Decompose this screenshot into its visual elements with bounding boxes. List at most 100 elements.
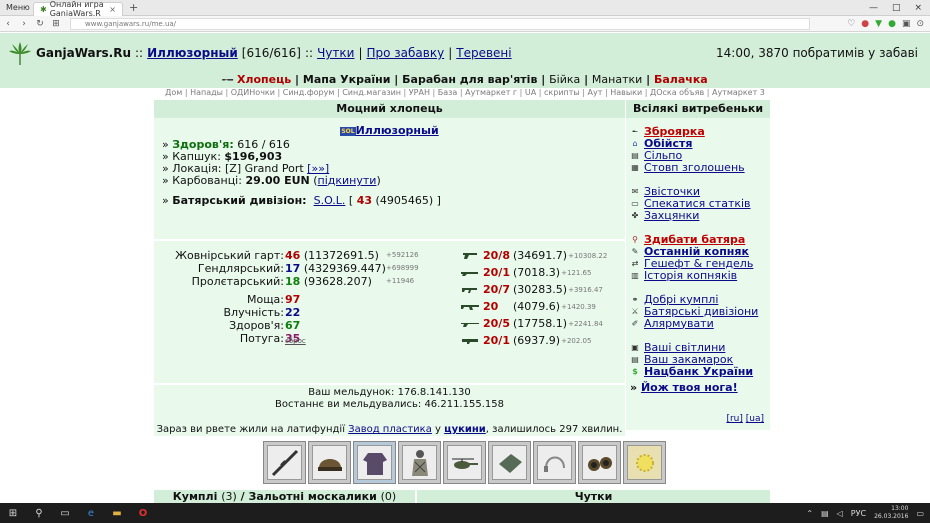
action-item[interactable]: ▤ Ваш закамарок	[630, 353, 770, 366]
submenu-item[interactable]: ДОска объяв	[650, 88, 704, 97]
syndicate-badge[interactable]: SOL	[340, 126, 356, 136]
link-tereveni[interactable]: Теревені	[456, 46, 511, 60]
lang-ru-link[interactable]: [ru]	[726, 414, 742, 424]
action-item[interactable]: ✤ Захцянки	[630, 209, 770, 222]
windows-start-icon[interactable]: ⊞	[0, 508, 26, 519]
edge-browser-icon[interactable]: e	[78, 508, 104, 519]
skill-delta: +592126	[386, 251, 419, 259]
menu-item-baraban[interactable]: Барабан для вар'ятів	[402, 73, 537, 86]
equipment-slot[interactable]	[578, 441, 621, 484]
work-factory-link[interactable]: Завод пластика	[348, 424, 432, 435]
menu-item-mapa[interactable]: Мапа України	[303, 73, 391, 86]
clock[interactable]: 13:00 26.03.2016	[874, 505, 908, 521]
equipment-slot[interactable]	[353, 441, 396, 484]
action-item[interactable]: $ Нацбанк України	[630, 365, 770, 378]
search-icon[interactable]: ⚲	[26, 508, 52, 519]
minimize-button[interactable]: —	[869, 3, 878, 13]
submenu-item[interactable]: скрипты	[544, 88, 580, 97]
hoj-link[interactable]: Йож твоя нога!	[641, 381, 738, 394]
action-item[interactable]: ⌂ Обійстя	[630, 137, 770, 150]
action-item[interactable]: ▥ Історія копняків	[630, 269, 770, 282]
heart-icon[interactable]: ♡	[847, 19, 855, 29]
tray-arrow-icon[interactable]: ⌃	[806, 509, 813, 518]
link-chutky[interactable]: Чутки	[317, 46, 354, 60]
opera-icon[interactable]: O	[130, 508, 156, 519]
division-link[interactable]: S.O.L.	[314, 194, 346, 207]
back-icon[interactable]: ‹	[0, 19, 16, 29]
submenu-item[interactable]: ОДИНочки	[231, 88, 275, 97]
karb-send-link[interactable]: підкинути	[318, 174, 377, 187]
action-item[interactable]: ▦ Стовп зголошень	[630, 161, 770, 174]
action-item[interactable]: ╾ Зброярка	[630, 125, 770, 138]
action-item[interactable]: ⇄ Гешефт & гендель	[630, 257, 770, 270]
equipment-slot[interactable]	[398, 441, 441, 484]
close-tab-icon[interactable]: ×	[109, 5, 116, 14]
submenu-item[interactable]: Напады	[190, 88, 223, 97]
user-name-link[interactable]: Иллюзорный	[147, 46, 238, 60]
equipment-slot[interactable]	[533, 441, 576, 484]
submenu-item[interactable]: Навыки	[610, 88, 642, 97]
equipment-slot[interactable]	[443, 441, 486, 484]
url-field[interactable]: www.ganjawars.ru/me.ua/	[70, 17, 810, 30]
site-brand[interactable]: GanjaWars.Ru	[36, 46, 131, 60]
maximize-button[interactable]: □	[892, 3, 901, 13]
extension-icon[interactable]: ●	[888, 19, 896, 29]
grid-icon[interactable]: ⊞	[48, 19, 64, 29]
equipment-slot[interactable]	[623, 441, 666, 484]
friends-link[interactable]: Кумплі	[173, 490, 218, 503]
action-link[interactable]: Нацбанк України	[644, 365, 753, 378]
folder-icon[interactable]: ▬	[104, 508, 130, 519]
close-window-button[interactable]: ×	[914, 3, 922, 13]
submenu-item[interactable]: Аутмаркет 3	[712, 88, 765, 97]
new-tab-button[interactable]: +	[129, 1, 138, 14]
submenu-item[interactable]: УРАН	[409, 88, 430, 97]
submenu-item[interactable]: Аут	[588, 88, 603, 97]
action-item[interactable]: ✐ Алярмувати	[630, 317, 770, 330]
action-item[interactable]: ✉ Звісточки	[630, 185, 770, 198]
action-link[interactable]: Стовп зголошень	[644, 161, 745, 174]
extension-icon[interactable]: ▼	[875, 19, 882, 29]
task-view-icon[interactable]: ▭	[52, 508, 78, 519]
character-name-link[interactable]: Иллюзорный	[356, 124, 439, 137]
keyboard-language[interactable]: РУС	[851, 509, 866, 518]
action-link[interactable]: Історія копняків	[644, 269, 737, 282]
menu-item-biyka[interactable]: Бійка	[549, 73, 580, 86]
action-item[interactable]: ⚲ Здибати батяра	[630, 233, 770, 246]
reload-icon[interactable]: ↻	[32, 19, 48, 29]
reset-link[interactable]: сброс	[285, 337, 306, 345]
action-item[interactable]: ▣ Ваші світлини	[630, 341, 770, 354]
equipment-slot[interactable]	[263, 441, 306, 484]
link-pro-zabavku[interactable]: Про забавку	[367, 46, 445, 60]
action-item[interactable]: ⚭ Добрі кумплі	[630, 293, 770, 306]
lang-ua-link[interactable]: [ua]	[746, 414, 764, 424]
menu-item-balachka[interactable]: Балачка	[654, 73, 708, 86]
submenu-item[interactable]: Синд.форум	[283, 88, 335, 97]
submenu-item[interactable]: UA	[525, 88, 536, 97]
enemies-link[interactable]: Зальотні москалики	[249, 490, 377, 503]
action-item[interactable]: ⚔ Батярські дивізіони	[630, 305, 770, 318]
browser-menu-tab[interactable]: Меню	[0, 1, 33, 15]
equipment-slot[interactable]	[308, 441, 351, 484]
equipment-slot[interactable]	[488, 441, 531, 484]
submenu-item[interactable]: Аутмаркет г	[465, 88, 517, 97]
action-link[interactable]: Алярмувати	[644, 317, 714, 330]
submenu-item[interactable]: База	[438, 88, 458, 97]
extension-icon[interactable]: ●	[861, 19, 869, 29]
work-owner-link[interactable]: цукини	[444, 424, 486, 435]
extension-icon[interactable]: ⊙	[916, 19, 924, 29]
forward-icon[interactable]: ›	[16, 19, 32, 29]
submenu-item[interactable]: Дом	[165, 88, 182, 97]
extension-icon[interactable]: ▣	[902, 19, 911, 29]
action-item[interactable]: ▭ Спекатися статків	[630, 197, 770, 210]
notifications-icon[interactable]: ▭	[916, 509, 924, 518]
volume-icon[interactable]: ◁	[837, 509, 843, 518]
menu-item-khlopets[interactable]: Хлопець	[237, 73, 291, 86]
menu-item-manatky[interactable]: Манатки	[592, 73, 642, 86]
kick-icon: ✎	[631, 246, 639, 256]
network-icon[interactable]: ▤	[821, 509, 829, 518]
action-item[interactable]: ▤ Сільпо	[630, 149, 770, 162]
submenu-item[interactable]: Синд.магазин	[342, 88, 401, 97]
browser-active-tab[interactable]: ✱ Онлайн игра GanjaWars.R ×	[33, 0, 123, 18]
action-item[interactable]: ✎ Останній копняк	[630, 245, 770, 258]
action-link[interactable]: Захцянки	[644, 209, 699, 222]
